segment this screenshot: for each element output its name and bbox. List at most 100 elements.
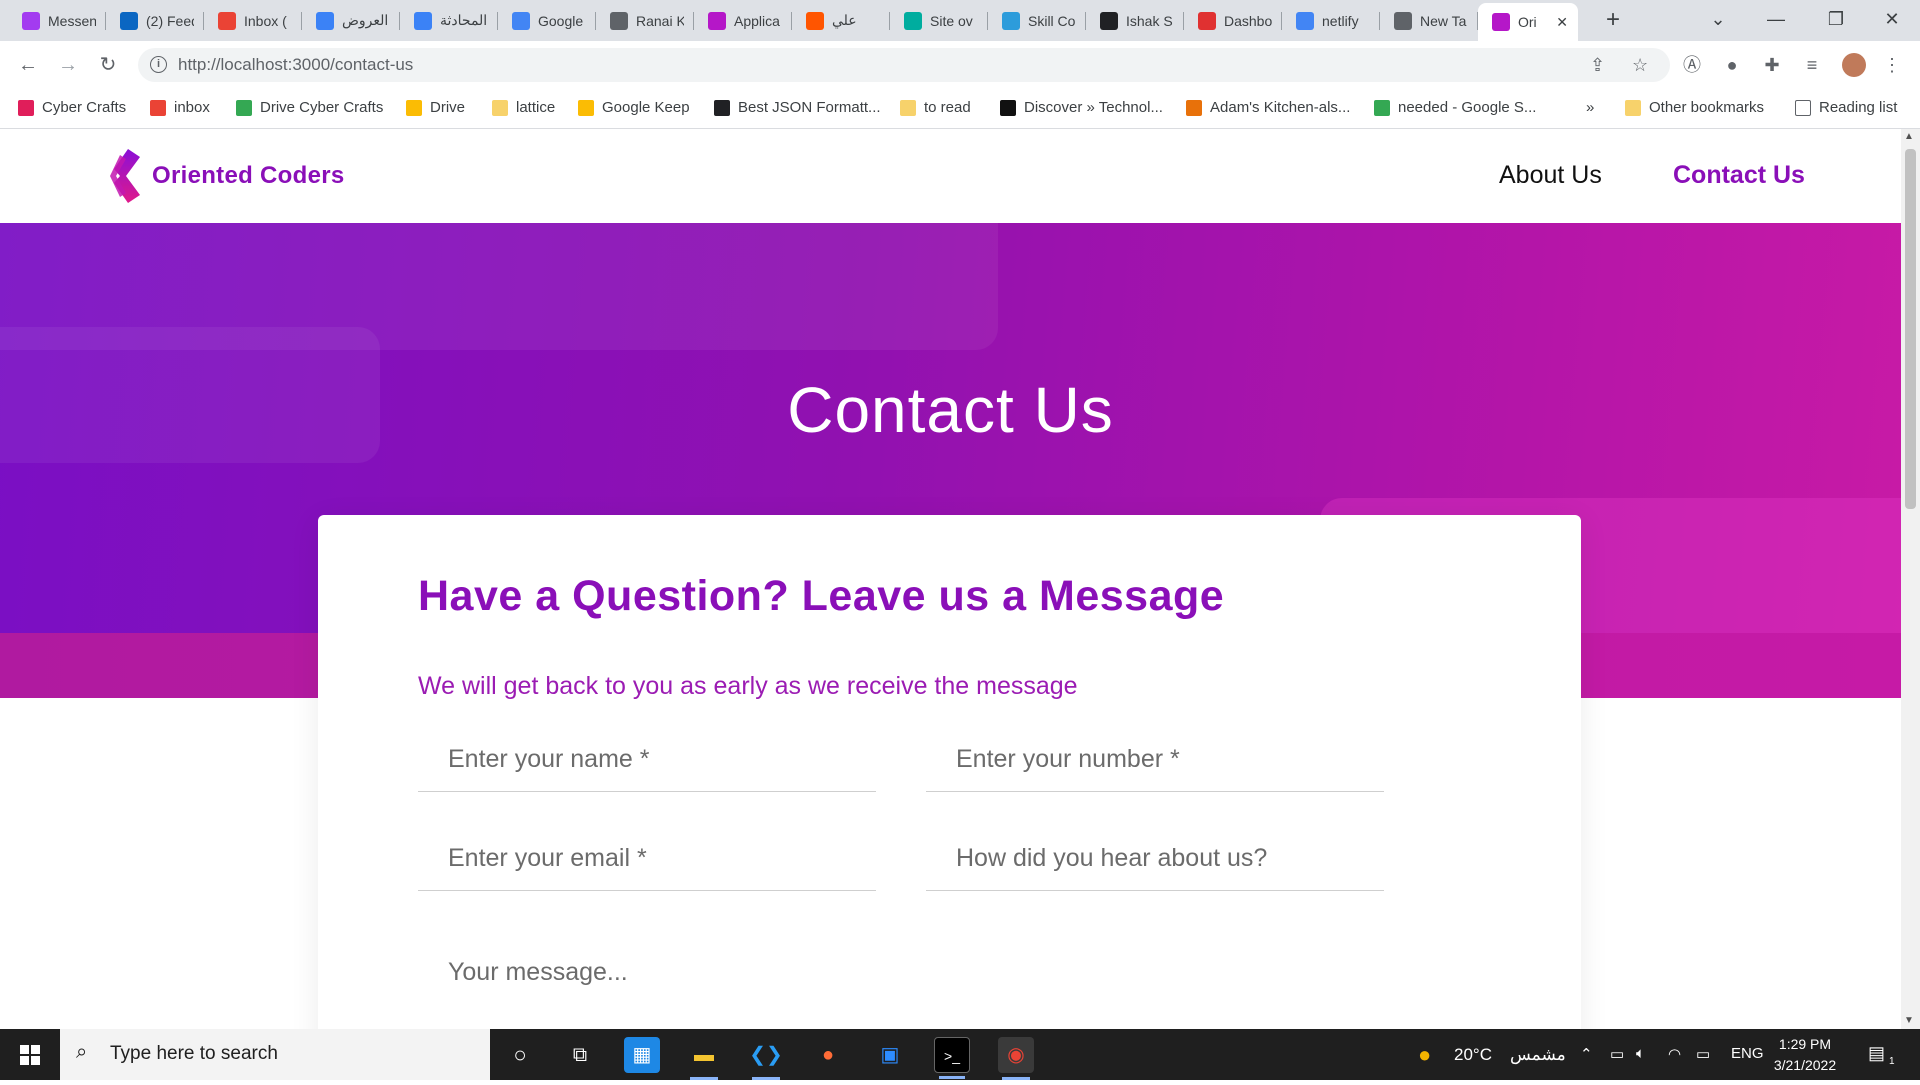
browser-tab[interactable]: Ranai K — [596, 5, 694, 36]
browser-tab[interactable]: New Ta — [1380, 5, 1478, 36]
browser-tab[interactable]: المحادثة — [400, 5, 498, 36]
close-tab-icon[interactable]: ✕ — [1556, 14, 1568, 31]
address-bar[interactable]: i http://localhost:3000/contact-us ⇪ ☆ — [138, 48, 1670, 82]
taskbar-search[interactable]: ⌕ Type here to search — [60, 1029, 490, 1080]
chrome-icon[interactable]: ◉ — [998, 1037, 1034, 1080]
weather-temp[interactable]: 20°C — [1454, 1045, 1492, 1065]
bookmark-item[interactable]: inbox — [150, 99, 210, 116]
google-icon — [1296, 11, 1314, 30]
extension-a-icon[interactable]: Ⓐ — [1680, 53, 1704, 77]
browser-tab[interactable]: Ishak S — [1086, 5, 1184, 36]
browser-tab[interactable]: Dashbo — [1184, 5, 1282, 36]
bookmark-item[interactable]: Adam's Kitchen-als... — [1186, 99, 1350, 116]
tray-chevron-icon[interactable]: ⌃ — [1580, 1045, 1593, 1063]
message-textarea[interactable] — [418, 940, 1384, 1029]
tab-title: Ranai K — [636, 12, 684, 29]
netlify-icon — [904, 11, 922, 30]
back-button[interactable]: ← — [14, 51, 42, 79]
browser-tab[interactable]: (2) Feed — [106, 5, 204, 36]
profile-extension-icon[interactable]: ● — [1720, 53, 1744, 77]
browser-tab[interactable]: Messenger — [8, 5, 106, 36]
bookmark-icon — [900, 99, 916, 116]
extensions-puzzle-icon[interactable]: ✚ — [1760, 53, 1784, 77]
bookmark-star-icon[interactable]: ☆ — [1632, 55, 1648, 76]
browser-tab[interactable]: العروض — [302, 5, 400, 36]
browser-tab[interactable]: Inbox ( — [204, 5, 302, 36]
clock[interactable]: 1:29 PM 3/21/2022 — [1760, 1034, 1850, 1076]
tab-title: Ishak S — [1126, 12, 1173, 29]
start-button[interactable] — [0, 1029, 60, 1080]
task-view-icon[interactable]: ⧉ — [562, 1037, 598, 1073]
reload-button[interactable]: ↻ — [94, 51, 122, 79]
media-control-icon[interactable]: ≡ — [1800, 53, 1824, 77]
store-icon[interactable]: ▦ — [624, 1037, 660, 1073]
number-input[interactable] — [926, 728, 1384, 791]
form-title: Have a Question? Leave us a Message — [418, 572, 1225, 620]
other-bookmarks-label: Other bookmarks — [1649, 99, 1765, 116]
terminal-icon[interactable]: >_ — [934, 1037, 970, 1079]
reading-list-button[interactable]: Reading list — [1795, 99, 1897, 116]
bookmark-item[interactable]: Drive — [406, 99, 465, 116]
url-text[interactable]: http://localhost:3000/contact-us — [178, 55, 413, 75]
weather-icon[interactable]: ● — [1418, 1042, 1431, 1068]
bookmark-item[interactable]: to read — [900, 99, 971, 116]
bookmark-label: Cyber Crafts — [42, 99, 127, 116]
menu-kebab-icon[interactable]: ⋮ — [1880, 53, 1904, 77]
search-icon: ⌕ — [76, 1041, 88, 1063]
weather-text[interactable]: مشمس — [1510, 1045, 1566, 1065]
site-logo[interactable]: Oriented Coders — [106, 147, 345, 205]
email-input[interactable] — [418, 827, 876, 890]
bookmark-item[interactable]: Cyber Crafts — [18, 99, 126, 116]
close-window-button[interactable]: ✕ — [1862, 0, 1920, 41]
wifi-icon[interactable]: ◠ — [1668, 1045, 1681, 1063]
cortana-icon[interactable]: ○ — [502, 1037, 538, 1073]
notifications-icon[interactable]: ▤ — [1868, 1043, 1885, 1064]
postman-icon[interactable]: ● — [810, 1037, 846, 1073]
nav-about-us[interactable]: About Us — [1499, 161, 1602, 190]
zoom-icon[interactable]: ▣ — [872, 1037, 908, 1073]
bookmark-icon — [492, 99, 508, 116]
bookmark-item[interactable]: lattice — [492, 99, 555, 116]
nav-contact-us[interactable]: Contact Us — [1673, 161, 1805, 190]
file-explorer-icon[interactable]: ▬ — [686, 1037, 722, 1080]
browser-tab[interactable]: netlify — [1282, 5, 1380, 36]
battery-icon[interactable]: ▭ — [1696, 1045, 1710, 1063]
language-indicator[interactable]: ENG — [1731, 1045, 1764, 1062]
oriented-coders-logo-icon — [110, 149, 140, 203]
tab-title: Ori — [1518, 14, 1537, 30]
bookmark-item[interactable]: Best JSON Formatt... — [714, 99, 881, 116]
bookmark-item[interactable]: Discover » Technol... — [1000, 99, 1163, 116]
new-tab-button[interactable]: + — [1598, 6, 1628, 36]
name-input[interactable] — [418, 728, 876, 791]
bookmark-item[interactable]: needed - Google S... — [1374, 99, 1536, 116]
site-info-icon[interactable]: i — [150, 56, 167, 73]
volume-icon[interactable]: 🔈︎ — [1636, 1045, 1645, 1062]
browser-tab[interactable]: Google — [498, 5, 596, 36]
browser-tab[interactable]: Site ov — [890, 5, 988, 36]
minimize-button[interactable]: — — [1746, 0, 1806, 41]
scrollbar-thumb[interactable] — [1905, 149, 1916, 509]
tab-active[interactable]: Ori ✕ — [1478, 3, 1578, 41]
other-bookmarks-folder[interactable]: Other bookmarks — [1625, 99, 1764, 116]
bookmark-icon — [150, 99, 166, 116]
meet-now-icon[interactable]: ▭ — [1610, 1045, 1624, 1063]
scroll-down-arrow-icon[interactable]: ▼ — [1904, 1015, 1914, 1026]
page-scrollbar[interactable]: ▲ ▼ — [1901, 129, 1920, 1029]
scroll-up-arrow-icon[interactable]: ▲ — [1904, 131, 1914, 142]
clock-time: 1:29 PM — [1778, 1036, 1832, 1052]
restore-button[interactable]: ❐ — [1806, 0, 1866, 41]
vscode-icon[interactable]: ❮❯ — [748, 1037, 784, 1080]
tab-search-icon[interactable]: ⌄ — [1688, 0, 1748, 41]
forward-button[interactable]: → — [54, 51, 82, 79]
bookmark-item[interactable]: Drive Cyber Crafts — [236, 99, 383, 116]
windows-taskbar: ⌕ Type here to search ○ ⧉ ▦ ▬ ❮❯ ● ▣ >_ … — [0, 1029, 1920, 1080]
more-bookmarks-button[interactable]: » — [1586, 99, 1594, 116]
share-icon[interactable]: ⇪ — [1590, 55, 1605, 76]
avatar[interactable] — [1842, 53, 1866, 77]
browser-tab[interactable]: Skill Co — [988, 5, 1086, 36]
browser-tab[interactable]: علي — [792, 5, 890, 36]
bookmark-item[interactable]: Google Keep — [578, 99, 690, 116]
tab-title: العروض — [342, 12, 389, 28]
browser-tab[interactable]: Applica — [694, 5, 792, 36]
referral-input[interactable] — [926, 827, 1384, 890]
